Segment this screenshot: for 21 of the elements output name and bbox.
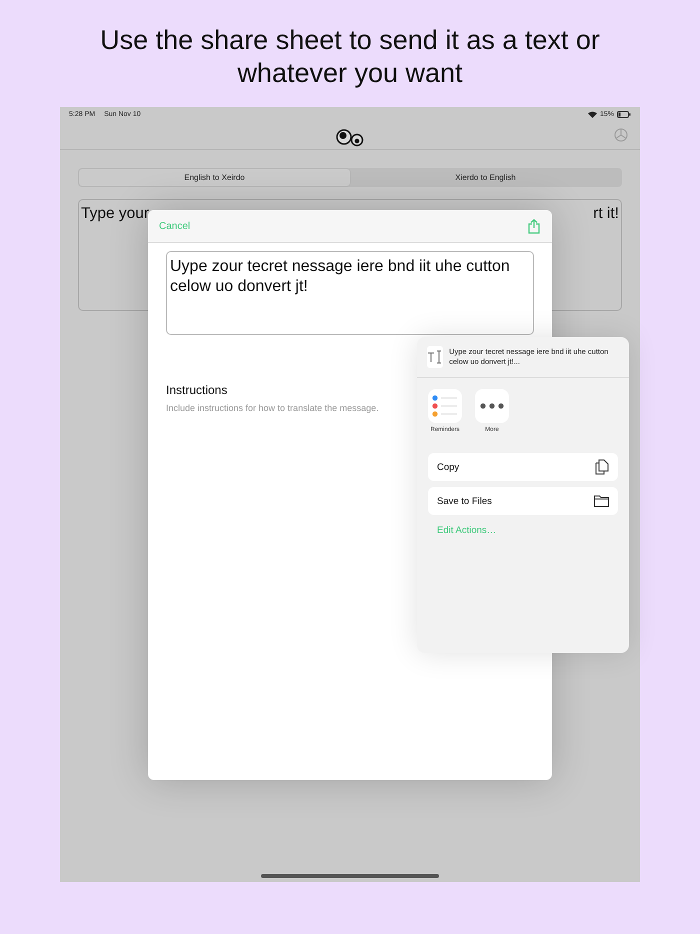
reminders-app-icon[interactable] <box>428 389 462 423</box>
folder-icon <box>594 495 609 507</box>
settings-icon[interactable] <box>614 128 628 142</box>
more-icon[interactable] <box>475 389 509 423</box>
input-text: Type your <box>81 205 150 223</box>
segment-tab[interactable]: English to Xeirdo <box>79 169 350 186</box>
copy-icon <box>595 459 609 475</box>
wifi-icon <box>588 111 597 118</box>
share-action[interactable]: Save to Files <box>428 487 618 515</box>
battery-icon <box>617 111 631 118</box>
caption: Use the share sheet to send it as a text or whatever you want <box>99 24 601 90</box>
segment-tab[interactable]: Xierdo to English <box>350 169 621 186</box>
instructions-title: Instructions <box>166 383 228 397</box>
output-text: Uype zour tecret nessage iere bnd iit uhe cutton celow uo donvert jt! <box>170 258 510 295</box>
instructions-text: Include instructions for how to translate the message. <box>166 403 380 413</box>
input-text: rt it! <box>593 205 619 223</box>
share-action[interactable]: Copy <box>428 453 618 481</box>
googly-eyes-logo <box>335 128 365 146</box>
share-icon[interactable] <box>528 218 540 234</box>
text-icon <box>427 346 444 368</box>
output-text-field[interactable]: Uype zour tecret nessage iere bnd iit uhe cutton celow uo donvert jt! <box>166 251 534 335</box>
